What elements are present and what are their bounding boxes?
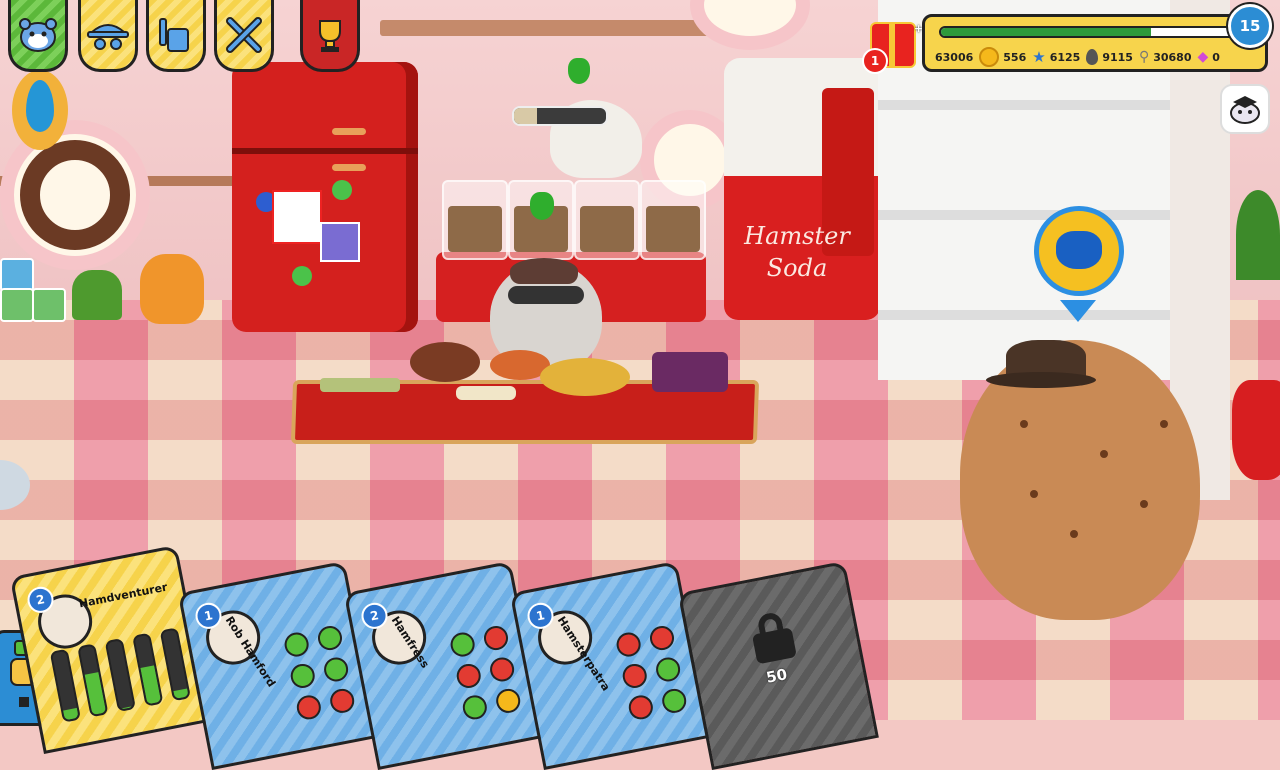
food-pile[interactable]	[456, 386, 516, 400]
seed-value: 9115	[1102, 50, 1133, 64]
food-pile[interactable]	[410, 342, 480, 382]
hamster-card-hamdventurer[interactable]: 2 Hamdventurer	[9, 544, 211, 754]
wrench-screwdriver-icon	[222, 13, 266, 57]
play-icon	[494, 686, 523, 715]
xp-progress-bar	[939, 26, 1235, 38]
fox-plush	[140, 254, 204, 324]
water-bar	[77, 643, 109, 718]
food-pile[interactable]	[540, 358, 630, 396]
hamster-face-icon	[16, 13, 60, 57]
pepper-icon	[614, 630, 643, 659]
lock-icon	[749, 610, 797, 665]
gold-coin-value: 556	[1003, 50, 1027, 64]
hat-glasses-icon	[86, 13, 130, 57]
key-icon: ⚲	[1138, 49, 1150, 65]
toy-bar	[104, 637, 137, 713]
toy-icon	[288, 661, 317, 691]
sleep-icon	[460, 693, 489, 722]
food-pile[interactable]	[320, 378, 400, 392]
seed-icon	[1086, 49, 1099, 65]
food-pile[interactable]	[652, 352, 728, 392]
play-icon	[328, 686, 357, 715]
player-level-badge[interactable]: 15	[1228, 4, 1272, 48]
fedora-hat	[986, 340, 1096, 396]
food-bins	[440, 180, 706, 260]
soda-line-1: Hamster	[744, 222, 850, 250]
play-icon	[660, 686, 689, 715]
food-bar	[49, 648, 82, 723]
sleep-icon	[294, 693, 323, 722]
card-name: Hamdventurer	[77, 580, 169, 611]
gem-value: 0	[1212, 50, 1220, 64]
hamster-card-hamsterpatra[interactable]: 1 Hamsterpatra	[509, 560, 711, 770]
pepper-indicator-icon	[568, 58, 590, 84]
trophy-icon	[308, 13, 352, 57]
resource-panel: 63006 556 ★ 6125 9115 ⚲ 30680 ◆ 0	[922, 14, 1268, 72]
soda-line-2: Soda	[766, 254, 828, 282]
hamster-card-rob-hamford[interactable]: 1 Rob Hamford	[177, 560, 379, 770]
graduation-hamster-icon[interactable]	[1220, 84, 1270, 134]
tab-outfits[interactable]	[78, 0, 138, 72]
locked-card-slot[interactable]: 50	[677, 560, 879, 770]
tab-tools[interactable]	[214, 0, 274, 72]
pin-arrow-icon	[1060, 300, 1096, 322]
paint-bucket-icon	[154, 13, 198, 57]
tab-hamsters[interactable]	[8, 0, 68, 72]
pepper-indicator-icon	[530, 192, 554, 220]
gem-icon: ◆	[1197, 49, 1209, 65]
key-value: 30680	[1153, 50, 1192, 64]
hamster-task-progress	[512, 106, 608, 126]
water-icon	[647, 623, 677, 653]
toy-blocks	[0, 258, 66, 322]
hamster-card-hamfress[interactable]: 2 Hamfress	[343, 560, 545, 770]
toy-icon	[620, 661, 649, 691]
toy-icon	[454, 661, 483, 691]
bath-icon	[654, 655, 683, 684]
potted-plant	[1236, 190, 1280, 280]
water-icon	[481, 623, 511, 653]
pepper-icon	[282, 630, 311, 659]
water-icon	[315, 623, 345, 653]
water-drop-icon	[12, 70, 68, 150]
bath-bar	[132, 632, 164, 707]
pepper-icon	[448, 630, 477, 659]
star-value: 6125	[1049, 50, 1081, 64]
soda-machine-sign: Hamster Soda	[742, 220, 852, 284]
red-fridge	[232, 62, 418, 332]
bath-icon	[488, 655, 517, 684]
tab-trophy[interactable]	[300, 0, 360, 72]
star-icon: ★	[1032, 48, 1046, 66]
wall-shelf	[380, 20, 730, 36]
tab-paint[interactable]	[146, 0, 206, 72]
bunny-sticker	[320, 222, 360, 262]
gift-count-badge: 1	[862, 48, 888, 74]
gold-coin-icon	[979, 47, 1000, 67]
donut-decor	[0, 120, 150, 270]
sleep-icon	[626, 693, 655, 722]
unlock-level: 50	[764, 665, 789, 687]
bath-icon	[322, 655, 351, 684]
hamster-sticker	[272, 190, 322, 244]
strawberry-pot	[1232, 380, 1280, 480]
hamster-location-pin[interactable]	[1034, 206, 1124, 296]
coins-total-value: 63006	[935, 50, 974, 64]
hamster-head-icon	[1056, 231, 1102, 269]
potted-plant	[72, 270, 122, 320]
